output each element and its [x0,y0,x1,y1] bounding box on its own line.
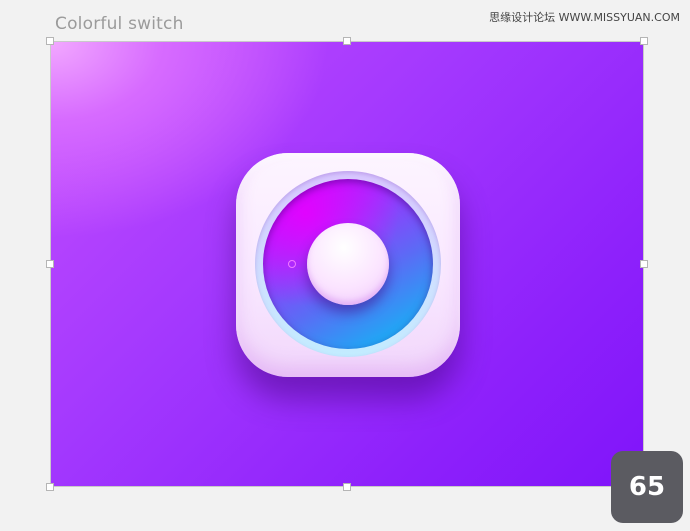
site-watermark: 思缘设计论坛 WWW.MISSYUAN.COM [489,11,680,24]
resize-handle-top-left[interactable] [46,37,54,45]
resize-handle-top-right[interactable] [640,37,648,45]
gradient-dial-ring [263,179,433,349]
off-indicator-icon [288,260,296,268]
switch-app-icon [236,153,460,377]
resize-handle-bottom-center[interactable] [343,483,351,491]
resize-handle-bottom-left[interactable] [46,483,54,491]
page-number-badge: 65 [611,451,683,523]
resize-handle-middle-left[interactable] [46,260,54,268]
resize-handle-middle-right[interactable] [640,260,648,268]
resize-handle-top-center[interactable] [343,37,351,45]
artboard[interactable] [50,41,644,487]
dial-rim [255,171,441,357]
page-title: Colorful switch [55,14,184,34]
rotary-knob[interactable] [307,223,389,305]
